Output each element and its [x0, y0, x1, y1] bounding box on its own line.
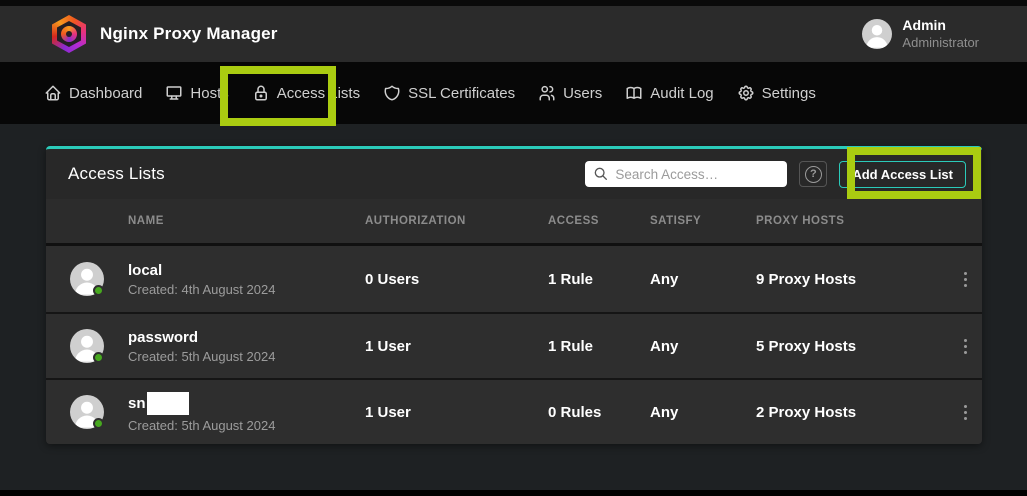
kebab-icon [964, 339, 967, 342]
access-value: 1 Rule [548, 271, 650, 288]
proxy-hosts-value: 2 Proxy Hosts [756, 404, 948, 421]
row-avatar [70, 262, 104, 296]
row-avatar [70, 395, 104, 429]
row-avatar [70, 329, 104, 363]
kebab-icon [964, 405, 967, 408]
row-actions-menu[interactable] [948, 333, 982, 360]
nav-item-ssl-certificates[interactable]: SSL Certificates [383, 84, 515, 102]
redaction-box [147, 392, 189, 415]
status-dot [93, 418, 104, 429]
proxy-hosts-value: 5 Proxy Hosts [756, 338, 948, 355]
nav-label: Settings [762, 85, 816, 102]
table-header-row: NAME AUTHORIZATION ACCESS SATISFY PROXY … [46, 199, 982, 246]
access-value: 1 Rule [548, 338, 650, 355]
nav-item-hosts[interactable]: Hosts [165, 84, 228, 102]
nav-item-audit-log[interactable]: Audit Log [625, 84, 713, 102]
page-title: Access Lists [68, 164, 165, 184]
column-header-authorization: AUTHORIZATION [365, 215, 548, 227]
home-icon [44, 84, 62, 102]
status-dot [93, 352, 104, 363]
search-input[interactable] [585, 161, 787, 187]
nav-label: Audit Log [650, 85, 713, 102]
column-header-satisfy: SATISFY [650, 215, 756, 227]
row-actions-menu[interactable] [948, 399, 982, 426]
nav-item-users[interactable]: Users [538, 84, 602, 102]
created-date: Created: 5th August 2024 [128, 349, 365, 364]
nav-item-access-lists[interactable]: Access Lists [252, 84, 360, 102]
nav-label: Hosts [190, 85, 228, 102]
main-nav: Dashboard Hosts Access Lists SSL Certifi… [0, 62, 1027, 124]
lock-icon [252, 84, 270, 102]
row-actions-menu[interactable] [948, 266, 982, 293]
status-dot [93, 285, 104, 296]
user-menu[interactable]: Admin Administrator [862, 17, 979, 51]
add-access-list-button[interactable]: Add Access List [839, 161, 966, 188]
kebab-icon [964, 272, 967, 275]
app-header: Nginx Proxy Manager Admin Administrator [0, 6, 1027, 62]
nav-item-settings[interactable]: Settings [737, 84, 816, 102]
user-name: Admin [902, 17, 979, 35]
access-list-name: sn [128, 392, 365, 415]
nav-label: Dashboard [69, 85, 142, 102]
gear-icon [737, 84, 755, 102]
app-logo-icon [52, 15, 86, 53]
nav-label: Access Lists [277, 85, 360, 102]
help-icon: ? [805, 166, 822, 183]
satisfy-value: Any [650, 271, 756, 288]
access-value: 0 Rules [548, 404, 650, 421]
authorization-value: 1 User [365, 404, 548, 421]
nav-item-dashboard[interactable]: Dashboard [44, 84, 142, 102]
book-icon [625, 84, 643, 102]
access-lists-panel: Access Lists ? Add Access List NAME AUTH… [46, 146, 982, 444]
app-title: Nginx Proxy Manager [100, 24, 278, 44]
table-row[interactable]: sn Created: 5th August 2024 1 User 0 Rul… [46, 378, 982, 444]
created-date: Created: 4th August 2024 [128, 282, 365, 297]
column-header-name: NAME [128, 215, 365, 227]
authorization-value: 0 Users [365, 271, 548, 288]
proxy-hosts-value: 9 Proxy Hosts [756, 271, 948, 288]
panel-header: Access Lists ? Add Access List [46, 149, 982, 199]
column-header-access: ACCESS [548, 215, 650, 227]
user-role: Administrator [902, 35, 979, 51]
column-header-proxy-hosts: PROXY HOSTS [756, 215, 948, 227]
user-avatar [862, 19, 892, 49]
satisfy-value: Any [650, 404, 756, 421]
search-box [585, 161, 787, 187]
monitor-icon [165, 84, 183, 102]
created-date: Created: 5th August 2024 [128, 418, 365, 433]
table-row[interactable]: local Created: 4th August 2024 0 Users 1… [46, 246, 982, 312]
satisfy-value: Any [650, 338, 756, 355]
access-list-name: local [128, 262, 365, 279]
help-button[interactable]: ? [799, 161, 827, 187]
nav-label: SSL Certificates [408, 85, 515, 102]
table-row[interactable]: password Created: 5th August 2024 1 User… [46, 312, 982, 378]
nginx-proxy-manager-app: Nginx Proxy Manager Admin Administrator … [0, 0, 1027, 496]
panel-toolbar: ? Add Access List [585, 161, 966, 188]
access-list-name: password [128, 329, 365, 346]
users-icon [538, 84, 556, 102]
shield-icon [383, 84, 401, 102]
window-edge-bottom [0, 490, 1027, 496]
nav-label: Users [563, 85, 602, 102]
authorization-value: 1 User [365, 338, 548, 355]
search-icon [593, 166, 609, 182]
